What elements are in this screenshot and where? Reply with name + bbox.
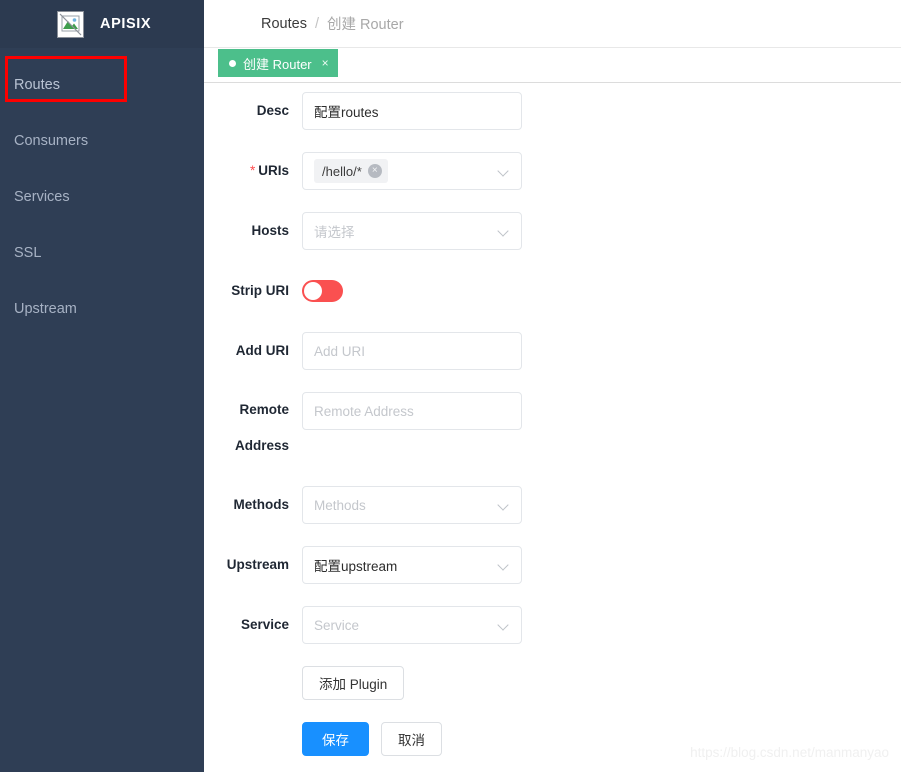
breadcrumb: Routes / 创建 Router [204, 0, 901, 48]
tab-status-dot-icon [229, 59, 236, 67]
form-row-hosts: Hosts 请选择 [204, 212, 901, 250]
app-root: APISIX Routes Consumers Services SSL Ups… [0, 0, 901, 772]
save-button[interactable]: 保存 [302, 722, 369, 756]
form-actions: 保存 取消 [302, 722, 442, 756]
hosts-select-placeholder: 请选择 [314, 225, 355, 240]
form-control-service: Service [302, 606, 522, 644]
sidebar-item-services[interactable]: Services [0, 169, 204, 225]
desc-input[interactable]: 配置routes [302, 92, 522, 130]
chevron-down-icon [499, 166, 510, 177]
toggle-knob [304, 282, 322, 300]
form-row-upstream: Upstream 配置upstream [204, 546, 901, 584]
form-row-desc: Desc 配置routes [204, 92, 901, 130]
form-label-remote-address: Remote Address [234, 402, 289, 453]
watermark: https://blog.csdn.net/manmanyao [690, 745, 889, 760]
methods-select-placeholder: Methods [314, 497, 366, 513]
form-label-service: Service [240, 617, 289, 632]
uris-select[interactable]: /hello/* × [302, 152, 522, 190]
form-row-service: Service Service [204, 606, 901, 644]
add-uri-placeholder: Add URI [314, 343, 366, 359]
add-plugin-button[interactable]: 添加 Plugin [302, 666, 405, 700]
chevron-down-icon [499, 500, 510, 511]
form-control-remote-address: Remote Address [302, 392, 522, 430]
tab-strip: 创建 Router × [204, 48, 901, 83]
desc-input-value: 配置routes [314, 105, 379, 120]
form-control-upstream: 配置upstream [302, 546, 522, 584]
broken-image-icon [57, 10, 84, 38]
uris-tag-label: /hello/* [322, 163, 362, 179]
tab-create-router[interactable]: 创建 Router × [218, 49, 338, 77]
sidebar-nav: Routes Consumers Services SSL Upstream [0, 48, 204, 337]
tab-label: 创建 Router [243, 56, 312, 72]
sidebar-item-consumers[interactable]: Consumers [0, 113, 204, 169]
form-row-methods: Methods Methods [204, 486, 901, 524]
cancel-button[interactable]: 取消 [381, 722, 442, 756]
strip-uri-toggle[interactable] [302, 280, 343, 302]
form-control-desc: 配置routes [302, 92, 522, 130]
form-row-strip-uri: Strip URI [204, 272, 901, 310]
chevron-down-icon [499, 620, 510, 631]
create-router-form: Desc 配置routes * URIs /hello/* × Hosts 请选… [204, 83, 901, 756]
required-marker: * [249, 163, 256, 178]
close-icon[interactable]: × [322, 57, 329, 69]
methods-select[interactable]: Methods [302, 486, 522, 524]
form-row-remote-address: Remote Address Remote Address [204, 392, 901, 464]
chevron-down-icon [499, 560, 510, 571]
service-select-placeholder: Service [314, 617, 360, 633]
brand-header: APISIX [0, 0, 204, 48]
add-uri-input[interactable]: Add URI [302, 332, 522, 370]
sidebar-item-label: Services [14, 189, 70, 205]
form-control-methods: Methods [302, 486, 522, 524]
upstream-select[interactable]: 配置upstream [302, 546, 522, 584]
form-label-desc: Desc [256, 103, 289, 118]
brand-name: APISIX [100, 16, 152, 32]
form-row-add-uri: Add URI Add URI [204, 332, 901, 370]
chevron-down-icon [499, 226, 510, 237]
sidebar-item-upstream[interactable]: Upstream [0, 281, 204, 337]
form-label-strip-uri: Strip URI [231, 283, 289, 298]
form-label-add-uri: Add URI [235, 343, 289, 358]
remote-address-input[interactable]: Remote Address [302, 392, 522, 430]
breadcrumb-current: 创建 Router [326, 17, 404, 33]
sidebar-item-label: Routes [14, 77, 60, 93]
breadcrumb-separator: / [314, 15, 319, 32]
form-label-methods: Methods [233, 497, 290, 512]
uris-tag-container: /hello/* × [314, 159, 499, 183]
form-label-hosts: Hosts [251, 223, 289, 238]
uris-tag: /hello/* × [314, 159, 388, 183]
form-control-strip-uri [302, 272, 343, 302]
remote-address-placeholder: Remote Address [314, 403, 414, 419]
tag-close-icon[interactable]: × [367, 164, 382, 178]
form-row-add-plugin: 添加 Plugin [204, 666, 901, 700]
breadcrumb-root[interactable]: Routes [261, 16, 307, 32]
sidebar-item-label: Upstream [14, 301, 77, 317]
main-content: Routes / 创建 Router 创建 Router × Desc 配置ro… [204, 0, 901, 772]
form-control-uris: /hello/* × [302, 152, 522, 190]
form-label-uris-text: URIs [258, 163, 289, 178]
hosts-select[interactable]: 请选择 [302, 212, 522, 250]
service-select[interactable]: Service [302, 606, 522, 644]
sidebar-item-ssl[interactable]: SSL [0, 225, 204, 281]
form-label-upstream: Upstream [226, 557, 289, 572]
upstream-select-value: 配置upstream [314, 559, 398, 574]
form-control-hosts: 请选择 [302, 212, 522, 250]
sidebar-item-routes[interactable]: Routes [0, 57, 204, 113]
form-label-uris: * URIs [204, 152, 302, 190]
form-control-add-uri: Add URI [302, 332, 522, 370]
sidebar-item-label: SSL [14, 245, 42, 261]
sidebar: APISIX Routes Consumers Services SSL Ups… [0, 0, 204, 772]
form-row-uris: * URIs /hello/* × [204, 152, 901, 190]
sidebar-item-label: Consumers [14, 133, 89, 149]
form-control-add-plugin: 添加 Plugin [302, 666, 405, 700]
